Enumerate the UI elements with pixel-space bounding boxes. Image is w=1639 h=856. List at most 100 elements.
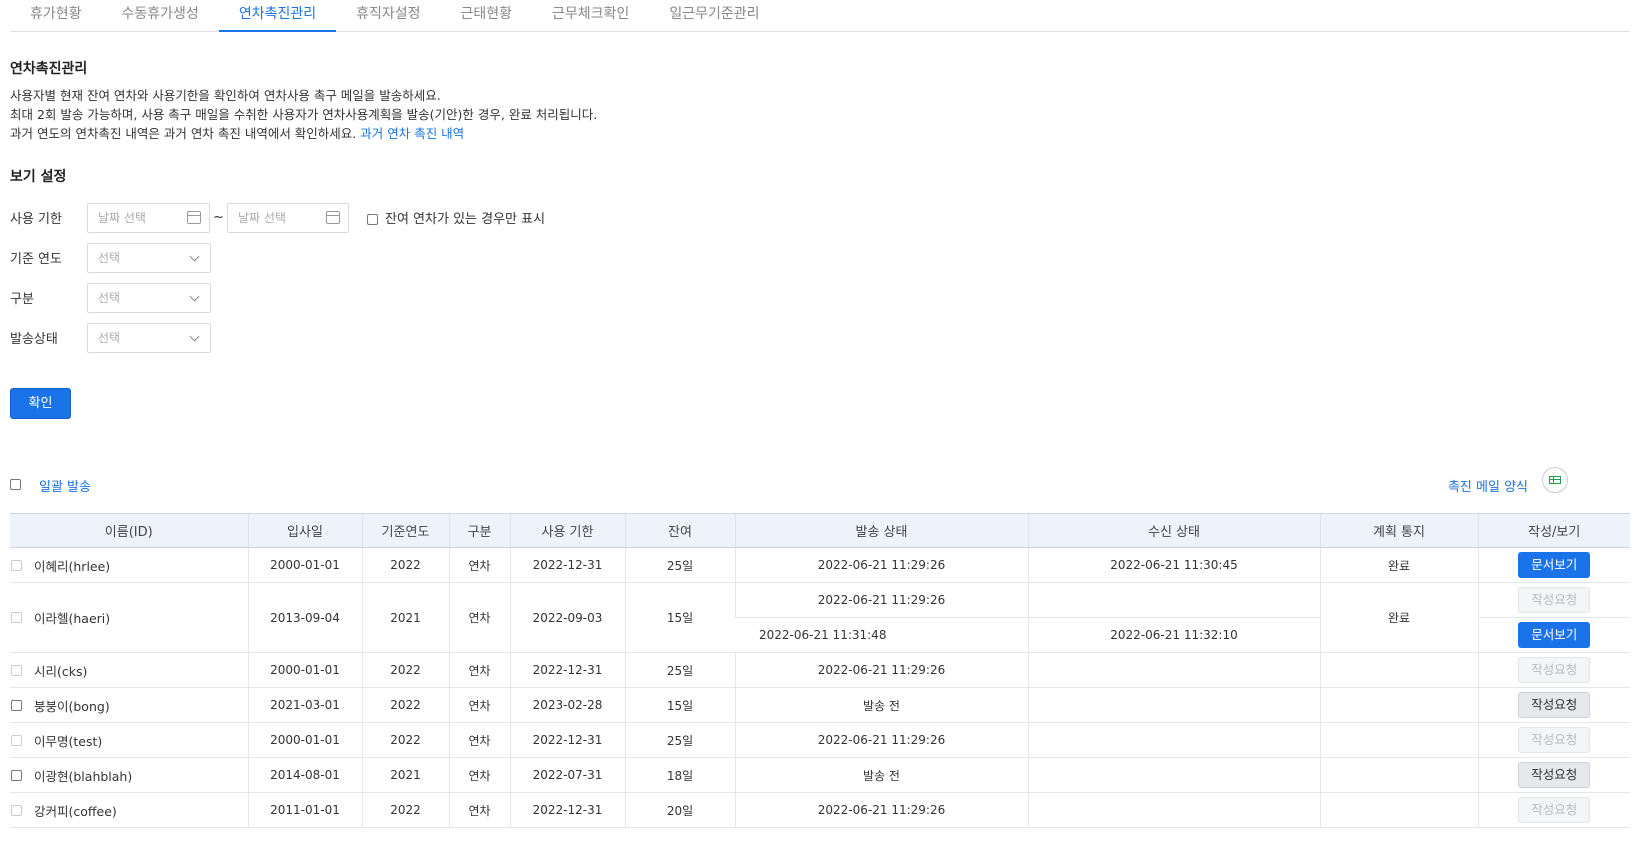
employee-name: 강커피(coffee) (34, 803, 117, 819)
hire-date: 2000-01-01 (247, 652, 362, 688)
status-select[interactable]: 선택 (87, 323, 211, 353)
calendar-icon (326, 211, 340, 224)
row-checkbox[interactable] (11, 560, 22, 571)
excel-sheet-icon (1549, 476, 1561, 484)
receive-status (1027, 582, 1320, 618)
send-status: 2022-06-21 11:29:26 (734, 722, 1028, 758)
employee-name: 붕붕이(bong) (34, 698, 110, 714)
tab-leave-status[interactable]: 휴가현황 (10, 0, 102, 32)
remaining: 25일 (624, 652, 735, 688)
excel-download-button[interactable] (1542, 467, 1568, 493)
type-label: 구분 (10, 292, 34, 307)
receive-status (1027, 687, 1320, 723)
table-row: 이혜리(hrlee) 2000-01-01 2022 연차 2022-12-31… (10, 547, 1630, 583)
request-write-button[interactable]: 작성요청 (1518, 657, 1591, 683)
chevron-down-icon (189, 291, 200, 302)
tab-manual-leave[interactable]: 수동휴가생성 (102, 0, 219, 32)
deadline: 2022-12-31 (509, 652, 625, 688)
request-write-button[interactable]: 작성요청 (1518, 762, 1591, 788)
remaining: 15일 (624, 687, 735, 723)
col-deadline: 사용 기한 (509, 513, 625, 548)
hire-date: 2000-01-01 (247, 547, 362, 583)
hire-date: 2014-08-01 (247, 757, 362, 793)
year-select[interactable]: 선택 (87, 243, 211, 273)
send-status: 발송 전 (734, 757, 1028, 793)
tab-attendance[interactable]: 근태현황 (441, 0, 533, 32)
col-base-year: 기준연도 (361, 513, 449, 548)
deadline: 2022-12-31 (509, 722, 625, 758)
send-status: 2022-06-21 11:29:26 (734, 547, 1028, 583)
tab-work-check[interactable]: 근무체크확인 (532, 0, 649, 32)
base-year: 2022 (361, 792, 449, 828)
chevron-down-icon (189, 251, 200, 262)
request-write-button[interactable]: 작성요청 (1518, 797, 1591, 823)
deadline: 2022-09-03 (509, 582, 625, 653)
period-label: 사용 기한 (10, 212, 62, 227)
tab-leave-promotion[interactable]: 연차촉진관리 (218, 0, 337, 32)
row-checkbox[interactable] (11, 805, 22, 816)
confirm-button[interactable]: 확인 (10, 388, 71, 419)
description-line-1: 사용자별 현재 잔여 연차와 사용기한을 확인하여 연차사용 촉구 메일을 발송… (10, 88, 441, 103)
chevron-down-icon (189, 331, 200, 342)
employee-name: 이광현(blahblah) (34, 768, 133, 784)
hire-date: 2021-03-01 (247, 687, 362, 723)
row-checkbox[interactable] (11, 665, 22, 676)
date-range-separator: ~ (213, 210, 224, 225)
mail-template-link[interactable]: 촉진 메일 양식 (1448, 476, 1528, 495)
plan-notice (1319, 652, 1478, 688)
table-row: 이무명(test) 2000-01-01 2022 연차 2022-12-31 … (10, 722, 1630, 758)
remaining: 20일 (624, 792, 735, 828)
type-select[interactable]: 선택 (87, 283, 211, 313)
remaining-only-label: 잔여 연차가 있는 경우만 표시 (385, 212, 546, 227)
plan-notice: 완료 (1319, 582, 1478, 653)
request-write-button[interactable]: 작성요청 (1518, 587, 1591, 613)
leave-type: 연차 (448, 792, 510, 828)
page-title: 연차촉진관리 (10, 61, 88, 77)
plan-notice (1319, 722, 1478, 758)
employee-name: 시리(cks) (34, 663, 88, 679)
filter-section-title: 보기 설정 (10, 169, 67, 185)
page-description: 사용자별 현재 잔여 연차와 사용기한을 확인하여 연차사용 촉구 메일을 발송… (10, 86, 597, 143)
remaining: 15일 (624, 582, 735, 653)
employee-name: 이혜리(hrlee) (34, 558, 111, 574)
receive-status (1027, 652, 1320, 688)
plan-notice: 완료 (1319, 547, 1478, 583)
table-row: 이광현(blahblah) 2014-08-01 2021 연차 2022-07… (10, 757, 1630, 793)
tab-leave-of-absence[interactable]: 휴직자설정 (336, 0, 440, 32)
leave-type: 연차 (448, 582, 510, 653)
start-date-input[interactable]: 날짜 선택 (87, 203, 210, 233)
col-receive-status: 수신 상태 (1027, 513, 1320, 548)
col-write-view: 작성/보기 (1477, 513, 1630, 548)
row-checkbox[interactable] (11, 700, 22, 711)
plan-notice (1319, 792, 1478, 828)
plan-notice (1319, 757, 1478, 793)
bulk-send-checkbox[interactable] (10, 479, 21, 490)
table-row: 시리(cks) 2000-01-01 2022 연차 2022-12-31 25… (10, 652, 1630, 688)
leave-type: 연차 (448, 547, 510, 583)
send-status: 발송 전 (734, 687, 1028, 723)
base-year: 2022 (361, 547, 449, 583)
bulk-send-button[interactable]: 일괄 발송 (39, 476, 91, 495)
row-checkbox[interactable] (11, 770, 22, 781)
request-write-button[interactable]: 작성요청 (1518, 692, 1591, 718)
col-remaining: 잔여 (624, 513, 735, 548)
row-checkbox[interactable] (11, 612, 22, 623)
end-date-input[interactable]: 날짜 선택 (227, 203, 349, 233)
view-document-button[interactable]: 문서보기 (1518, 622, 1591, 648)
deadline: 2022-12-31 (509, 792, 625, 828)
view-document-button[interactable]: 문서보기 (1518, 552, 1591, 578)
status-label: 발송상태 (10, 332, 58, 347)
hire-date: 2013-09-04 (247, 582, 362, 653)
tab-bar: 휴가현황 수동휴가생성 연차촉진관리 휴직자설정 근태현황 근무체크확인 일근무… (10, 0, 1630, 32)
remaining: 25일 (624, 547, 735, 583)
tab-daily-work-standard[interactable]: 일근무기준관리 (649, 0, 779, 32)
remaining-only-checkbox[interactable] (367, 214, 378, 225)
past-history-link[interactable]: 과거 연차 촉진 내역 (360, 126, 464, 141)
send-status: 2022-06-21 11:29:26 (734, 582, 1028, 618)
request-write-button[interactable]: 작성요청 (1518, 727, 1591, 753)
deadline: 2022-07-31 (509, 757, 625, 793)
remaining: 18일 (624, 757, 735, 793)
base-year: 2021 (361, 582, 449, 653)
deadline: 2022-12-31 (509, 547, 625, 583)
row-checkbox[interactable] (11, 735, 22, 746)
